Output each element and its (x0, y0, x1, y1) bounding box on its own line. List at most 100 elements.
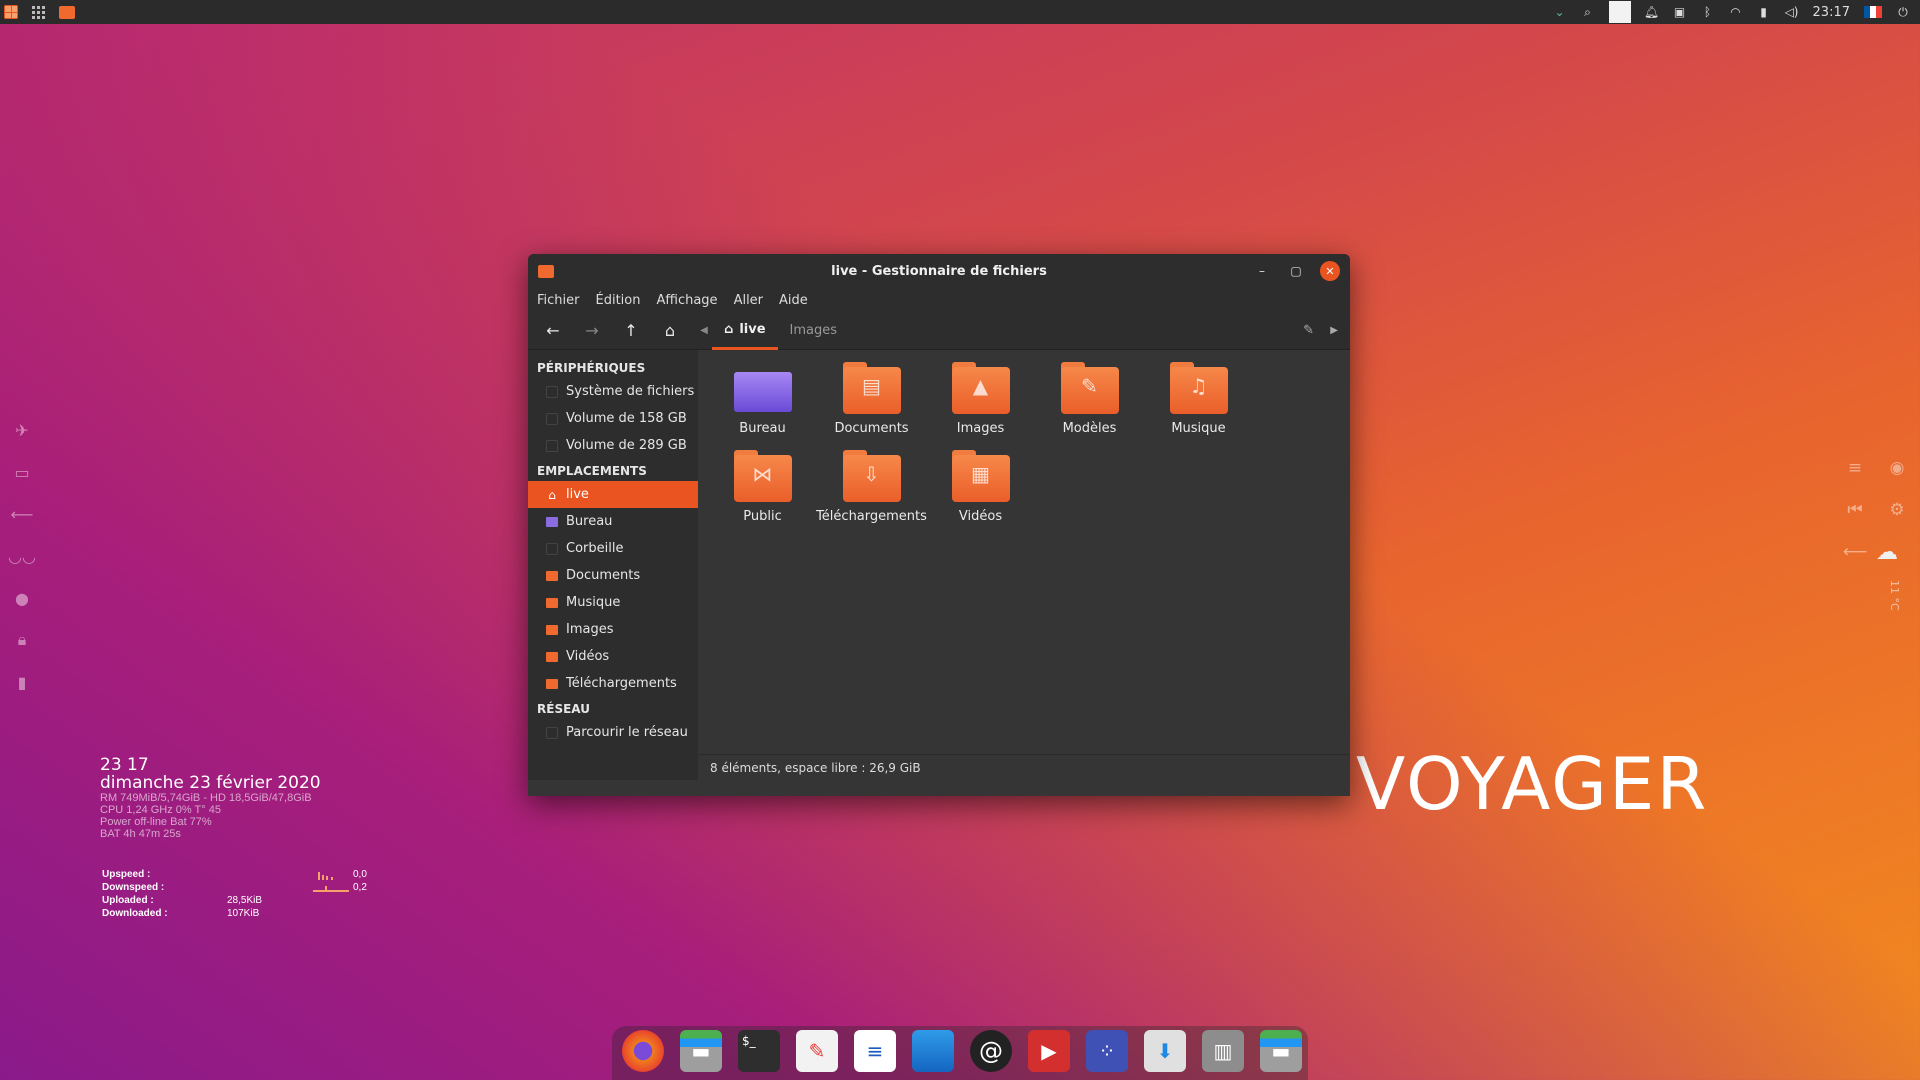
folder-icon (546, 678, 558, 689)
software-center-icon[interactable]: ⬇ (1144, 1030, 1186, 1072)
maximize-button[interactable]: ▢ (1286, 261, 1306, 281)
path-bar: ◀ ⌂ live Images ✎ ▶ (696, 312, 1350, 350)
back-arrow-icon[interactable]: ⟵ (11, 504, 34, 524)
folder-app-icon (538, 265, 554, 278)
chevron-down-icon[interactable]: ⌄ (1553, 5, 1567, 19)
file-item-videos[interactable]: ▦ Vidéos (926, 450, 1035, 524)
edit-path-pencil-icon[interactable]: ✎ (1303, 323, 1314, 338)
volume-icon[interactable]: ◁) (1785, 5, 1799, 19)
menu-bar: Fichier Édition Affichage Aller Aide (528, 288, 1350, 312)
file-item-modeles[interactable]: ✎ Modèles (1035, 362, 1144, 436)
keyboard-layout-flag-icon[interactable] (1864, 6, 1882, 18)
sidebar-item-musique[interactable]: Musique (528, 589, 698, 616)
archive-manager-icon[interactable]: ▬ (680, 1030, 722, 1072)
globe-icon[interactable]: ● (12, 588, 32, 608)
close-button[interactable]: ✕ (1320, 261, 1340, 281)
desktop-folder-icon (733, 362, 792, 414)
mixer-icon[interactable]: ⁘ (1086, 1030, 1128, 1072)
writer-document-icon[interactable]: ≡ (854, 1030, 896, 1072)
file-item-musique[interactable]: ♫ Musique (1144, 362, 1253, 436)
menu-fichier[interactable]: Fichier (537, 293, 580, 308)
airplane-icon[interactable]: ✈ (12, 420, 32, 440)
sidebar-item-corbeille[interactable]: Corbeille (528, 535, 698, 562)
file-view[interactable]: Bureau ▤ Documents ▲ Images ✎ Modèles ♫ … (698, 350, 1350, 780)
skip-back-icon[interactable]: ⏮ (1845, 500, 1865, 520)
back-arrow-icon[interactable]: ⟵ (1843, 542, 1867, 562)
firefox-icon[interactable] (622, 1030, 664, 1072)
path-scroll-right-icon[interactable]: ▶ (1330, 325, 1338, 336)
forward-button[interactable]: → (579, 318, 605, 344)
folder-icon (546, 651, 558, 662)
minimize-button[interactable]: – (1252, 261, 1272, 281)
wifi-icon[interactable]: ◠ (1729, 5, 1743, 19)
user-menu-icon[interactable]: ⏻ (1896, 5, 1910, 19)
panel-clock[interactable]: 23:17 (1813, 5, 1850, 20)
sidebar-item-browse-network[interactable]: Parcourir le réseau (528, 719, 698, 746)
file-item-public[interactable]: ⋈ Public (708, 450, 817, 524)
lock-icon[interactable]: 🔒︎ (12, 630, 32, 650)
menu-affichage[interactable]: Affichage (656, 293, 717, 308)
folder-icon (546, 597, 558, 608)
ubuntu-logo-icon[interactable] (4, 5, 18, 19)
menu-edition[interactable]: Édition (596, 293, 641, 308)
bell-icon[interactable]: 🔔︎ (1644, 5, 1659, 19)
drive-icon (546, 439, 558, 452)
upspeed-label: Upspeed : (102, 869, 151, 880)
file-item-images[interactable]: ▲ Images (926, 362, 1035, 436)
window-title: live - Gestionnaire de fichiers (831, 263, 1047, 279)
music-folder-icon: ♫ (1169, 362, 1228, 414)
path-scroll-left-icon[interactable]: ◀ (696, 325, 712, 336)
file-item-telechargements[interactable]: ⇩ Téléchargements (816, 450, 927, 524)
breadcrumb-images[interactable]: Images (778, 312, 850, 350)
sidebar-item-filesystem[interactable]: Système de fichiers (528, 378, 698, 405)
chart-bars-icon[interactable]: ▮ (12, 672, 32, 692)
file-item-documents[interactable]: ▤ Documents (817, 362, 926, 436)
file-manager-window: live - Gestionnaire de fichiers – ▢ ✕ Fi… (528, 254, 1350, 796)
folder-icon (546, 624, 558, 635)
file-item-bureau[interactable]: Bureau (708, 362, 817, 436)
sidebar-item-documents[interactable]: Documents (528, 562, 698, 589)
conky-power: Power off-line Bat 77% (100, 816, 212, 828)
gear-icon[interactable]: ⚙ (1887, 500, 1907, 520)
sidebar-item-bureau[interactable]: Bureau (528, 508, 698, 535)
menu-aide[interactable]: Aide (779, 293, 808, 308)
network-icon (546, 726, 558, 739)
bluetooth-icon[interactable]: ᛒ (1701, 5, 1715, 19)
menu-aller[interactable]: Aller (734, 293, 763, 308)
search-icon[interactable]: ⌕ (1581, 5, 1595, 19)
conky-system-info: 23 17 dimanche 23 février 2020 RM 749MiB… (100, 756, 321, 840)
monitor-icon[interactable]: ▭ (12, 462, 32, 482)
weather-cloud-icon: ☁ (1876, 540, 1898, 565)
breadcrumb-live[interactable]: ⌂ live (712, 312, 778, 350)
sidebar-item-volume-158[interactable]: Volume de 158 GB (528, 405, 698, 432)
menu-lines-icon[interactable]: ≡ (1845, 458, 1865, 478)
text-editor-icon[interactable]: ✎ (796, 1030, 838, 1072)
sidebar-item-videos[interactable]: Vidéos (528, 643, 698, 670)
camera-icon[interactable]: ▣ (1673, 5, 1687, 19)
window-manager-icon[interactable] (912, 1030, 954, 1072)
sidebar: PÉRIPHÉRIQUES Système de fichiers Volume… (528, 350, 698, 780)
sidebar-item-images[interactable]: Images (528, 616, 698, 643)
trash-icon[interactable]: ▥ (1202, 1030, 1244, 1072)
home-button[interactable]: ⌂ (657, 318, 683, 344)
file-manager-taskbar-icon[interactable] (59, 5, 75, 19)
sidebar-item-live[interactable]: ⌂ live (528, 481, 698, 508)
notes-applet-icon[interactable] (1608, 1, 1631, 23)
sidebar-item-telechargements[interactable]: Téléchargements (528, 670, 698, 697)
title-bar[interactable]: live - Gestionnaire de fichiers – ▢ ✕ (528, 254, 1350, 288)
email-at-icon[interactable]: @ (970, 1030, 1012, 1072)
eye-icon[interactable]: ◉ (1887, 458, 1907, 478)
app-grid-icon[interactable] (32, 5, 45, 19)
mask-icon[interactable]: ◡◡ (8, 546, 36, 566)
trash-icon (546, 542, 558, 555)
downspeed-value: 0,2 (353, 882, 367, 893)
sidebar-header-places: EMPLACEMENTS (537, 464, 647, 478)
sidebar-item-volume-289[interactable]: Volume de 289 GB (528, 432, 698, 459)
up-button[interactable]: ↑ (618, 318, 644, 344)
archive-manager-icon[interactable]: ▬ (1260, 1030, 1302, 1072)
back-button[interactable]: ← (540, 318, 566, 344)
terminal-icon[interactable]: $_ (738, 1030, 780, 1072)
downspeed-label: Downspeed : (102, 882, 165, 893)
clipboard-icon[interactable]: ▮ (1757, 5, 1771, 19)
video-player-icon[interactable]: ▶ (1028, 1030, 1070, 1072)
